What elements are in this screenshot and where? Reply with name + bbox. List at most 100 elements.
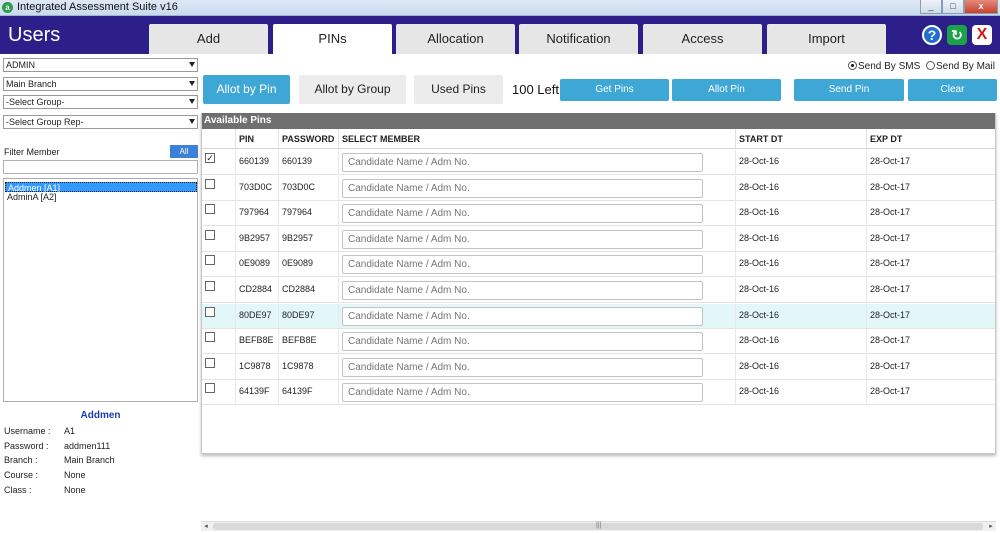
column-header-select-member: SELECT MEMBER [338,129,735,149]
radio-unchecked-icon [926,61,935,70]
table-row[interactable]: 80DE9780DE97 28-Oct-1628-Oct-17 [202,303,995,329]
column-header-start-dt: START DT [735,129,866,149]
candidate-input[interactable] [342,332,703,352]
table-row[interactable]: 1C98781C9878 28-Oct-1628-Oct-17 [202,354,995,380]
app-header: Users Add PINs Allocation Notification A… [0,16,1000,54]
send-by-sms-label: Send By SMS [858,61,921,72]
row-checkbox[interactable] [205,229,215,240]
select-member-cell [338,226,735,252]
table-row[interactable]: 64139F64139F 28-Oct-1628-Oct-17 [202,380,995,406]
start-dt-cell: 28-Oct-16 [735,201,866,227]
candidate-input[interactable] [342,357,703,377]
start-dt-cell: 28-Oct-16 [735,278,866,303]
table-row[interactable]: BEFB8EBEFB8E 28-Oct-1628-Oct-17 [202,329,995,355]
group-select[interactable]: -Select Group- [3,95,198,109]
exp-dt-cell: 28-Oct-17 [866,201,995,227]
all-button[interactable]: All [170,145,198,158]
row-checkbox[interactable] [205,178,215,189]
table-row[interactable]: ✓ 660139660139 28-Oct-1628-Oct-17 [202,150,995,175]
candidate-input[interactable] [342,204,703,224]
row-checkbox[interactable] [205,281,215,291]
minimize-button[interactable]: _ [920,0,942,14]
scroll-left-icon[interactable]: ◂ [201,522,211,532]
row-select-cell[interactable] [202,304,235,329]
candidate-input[interactable] [342,306,703,326]
row-checkbox[interactable] [205,204,215,215]
candidate-input[interactable] [342,229,703,249]
list-item[interactable]: AdminA [A2] [5,192,197,202]
tab-notification[interactable]: Notification [519,24,638,54]
pin-cell: BEFB8E [235,329,278,355]
used-pins-tab[interactable]: Used Pins [414,75,503,104]
row-select-cell[interactable] [202,227,235,252]
row-checkbox[interactable] [205,306,215,317]
info-value: addmen111 [64,441,111,451]
tab-allocation[interactable]: Allocation [396,24,515,54]
row-select-cell[interactable] [202,201,235,226]
column-header-password: PASSWORD [278,129,338,149]
password-cell: 9B2957 [278,226,338,252]
pin-cell: 9B2957 [235,226,278,252]
tab-import[interactable]: Import [767,24,886,54]
tab-pins[interactable]: PINs [273,24,392,54]
get-pins-button[interactable]: Get Pins [560,79,669,101]
exp-dt-cell: 28-Oct-17 [866,303,995,329]
window-title: Integrated Assessment Suite v16 [17,1,178,13]
row-checkbox[interactable]: ✓ [205,153,215,163]
row-checkbox[interactable] [205,255,215,266]
scroll-right-icon[interactable]: ▸ [986,522,996,532]
password-cell: 80DE97 [278,303,338,329]
role-select[interactable]: ADMIN [3,58,198,72]
table-row[interactable]: 9B29579B2957 28-Oct-1628-Oct-17 [202,226,995,252]
filter-member-input[interactable] [3,160,198,174]
start-dt-cell: 28-Oct-16 [735,226,866,252]
help-icon[interactable]: ? [922,25,942,45]
tab-access[interactable]: Access [643,24,762,54]
send-pin-button[interactable]: Send Pin [794,79,904,101]
row-select-cell[interactable] [202,355,235,380]
start-dt-cell: 28-Oct-16 [735,329,866,355]
send-by-sms-radio[interactable]: Send By SMS [848,61,920,72]
start-dt-cell: 28-Oct-16 [735,354,866,380]
row-checkbox[interactable] [205,332,215,343]
allot-pin-button[interactable]: Allot Pin [672,79,781,101]
row-checkbox[interactable] [205,357,215,368]
clear-button[interactable]: Clear [908,79,997,101]
maximize-button[interactable]: □ [942,0,964,14]
row-select-cell[interactable] [202,380,235,405]
candidate-input[interactable] [342,153,703,172]
table-row[interactable]: 0E90890E9089 28-Oct-1628-Oct-17 [202,252,995,278]
close-window-button[interactable]: x [964,0,998,14]
list-item[interactable]: Addmen [A1] [5,182,197,193]
candidate-input[interactable] [342,255,703,275]
send-by-mail-radio[interactable]: Send By Mail [926,61,995,72]
allot-by-pin-tab[interactable]: Allot by Pin [203,75,290,104]
select-member-cell [338,354,735,380]
table-row[interactable]: 797964797964 28-Oct-1628-Oct-17 [202,201,995,227]
row-select-cell[interactable] [202,278,235,303]
row-checkbox[interactable] [205,383,215,394]
exit-icon[interactable]: X [972,25,992,45]
scroll-grip-icon: ||| [596,522,602,529]
row-select-cell[interactable] [202,329,235,354]
allot-by-group-tab[interactable]: Allot by Group [299,75,406,104]
refresh-icon[interactable]: ↻ [947,25,967,45]
pin-cell: 660139 [235,150,278,175]
chevron-down-icon [189,99,195,104]
chevron-down-icon [189,119,195,124]
table-row[interactable]: CD2884CD2884 28-Oct-1628-Oct-17 [202,278,995,303]
row-select-cell[interactable]: ✓ [202,150,235,175]
row-select-cell[interactable] [202,252,235,277]
horizontal-scrollbar[interactable]: ◂ ||| ▸ [201,521,996,531]
password-cell: BEFB8E [278,329,338,355]
candidate-input[interactable] [342,178,703,198]
table-row[interactable]: 703D0C703D0C 28-Oct-1628-Oct-17 [202,175,995,201]
exp-dt-cell: 28-Oct-17 [866,150,995,175]
tab-add[interactable]: Add [149,24,268,54]
member-list[interactable]: Addmen [A1] AdminA [A2] [3,178,198,402]
candidate-input[interactable] [342,281,703,300]
candidate-input[interactable] [342,383,703,403]
branch-select[interactable]: Main Branch [3,77,198,91]
row-select-cell[interactable] [202,176,235,201]
group-rep-select[interactable]: -Select Group Rep- [3,115,198,129]
